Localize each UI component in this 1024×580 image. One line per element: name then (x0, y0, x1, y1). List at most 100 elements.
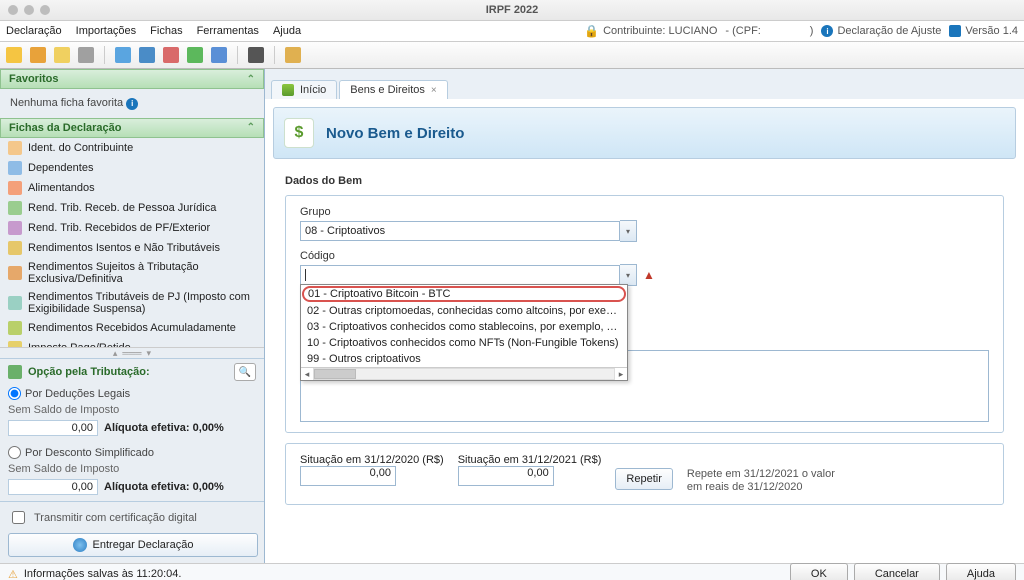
warning-icon: ⚠ (8, 568, 18, 580)
menu-fichas[interactable]: Fichas (150, 25, 182, 37)
entregar-button[interactable]: Entregar Declaração (8, 533, 258, 557)
codigo-dropdown: 01 - Criptoativo Bitcoin - BTC 02 - Outr… (300, 284, 628, 381)
collapse-icon[interactable]: ⌃ (247, 74, 255, 85)
sit2021-label: Situação em 31/12/2021 (R$) (458, 454, 602, 466)
situacao-row: Situação em 31/12/2020 (R$) 0,00 Situaçã… (285, 443, 1004, 505)
page-title: Novo Bem e Direito (326, 125, 464, 142)
opcao-tributacao: Opção pela Tributação:🔍 Por Deduções Leg… (0, 358, 264, 501)
cert-label: Transmitir com certificação digital (34, 512, 197, 524)
section-title: Dados do Bem (285, 175, 1016, 187)
ficha-rend-pj[interactable]: Rend. Trib. Receb. de Pessoa Jurídica (0, 198, 264, 218)
open-icon[interactable] (30, 47, 46, 63)
menu-ajuda[interactable]: Ajuda (273, 25, 301, 37)
lock-icon: 🔒 (584, 24, 599, 38)
copy-icon[interactable] (54, 47, 70, 63)
close-tab-icon[interactable]: × (431, 85, 437, 96)
warning-icon: ▲ (643, 268, 655, 282)
fichas-header[interactable]: Fichas da Declaração⌃ (0, 118, 264, 138)
cert-checkbox[interactable] (12, 511, 25, 524)
main: Início Bens e Direitos× $ Novo Bem e Dir… (265, 69, 1024, 563)
sidebar-scroll[interactable]: ▴ ═══ ▾ (0, 347, 264, 358)
sit2020-label: Situação em 31/12/2020 (R$) (300, 454, 444, 466)
fichas-list: Ident. do Contribuinte Dependentes Alime… (0, 138, 264, 348)
help-icon[interactable] (285, 47, 301, 63)
ficha-acumulado[interactable]: Rendimentos Recebidos Acumuladamente (0, 318, 264, 338)
calc-icon[interactable] (248, 47, 264, 63)
ficha-isentos[interactable]: Rendimentos Isentos e Não Tributáveis (0, 238, 264, 258)
contribuinte-badge: 🔒 Contribuinte: LUCIANO (584, 24, 717, 38)
codigo-combo[interactable] (300, 265, 620, 285)
trash-icon[interactable] (78, 47, 94, 63)
dollar-icon: $ (284, 118, 314, 148)
sidebar-bottom: Transmitir com certificação digital Entr… (0, 501, 264, 563)
grupo-combo[interactable]: 08 - Criptoativos (300, 221, 620, 241)
dropdown-scrollbar[interactable]: ◂▸ (301, 367, 627, 380)
import-icon[interactable] (139, 47, 155, 63)
ficha-exig-susp[interactable]: Rendimentos Tributáveis de PJ (Imposto c… (0, 288, 264, 318)
ficha-rend-pf[interactable]: Rend. Trib. Recebidos de PF/Exterior (0, 218, 264, 238)
calc-small-icon (8, 365, 22, 379)
info-icon: i (821, 25, 833, 37)
repetir-button[interactable]: Repetir (615, 468, 672, 490)
search-icon[interactable]: 🔍 (234, 363, 256, 381)
favoritos-header[interactable]: Favoritos⌃ (0, 69, 264, 89)
menu-ferramentas[interactable]: Ferramentas (197, 25, 259, 37)
saldo-deducoes-val: 0,00 (8, 420, 98, 436)
codigo-opt-01[interactable]: 01 - Criptoativo Bitcoin - BTC (302, 286, 626, 302)
contribuinte-label: Contribuinte: LUCIANO (603, 25, 717, 37)
repetir-hint: Repete em 31/12/2021 o valor em reais de… (687, 468, 835, 494)
max-dot[interactable] (40, 5, 50, 15)
cancelar-button[interactable]: Cancelar (854, 563, 940, 580)
menubar: Declaração Importações Fichas Ferramenta… (0, 21, 1024, 42)
saldo-simpl-val: 0,00 (8, 479, 98, 495)
window-controls[interactable] (8, 5, 50, 15)
app-icon (949, 25, 961, 37)
cpf-label: - (CPF: ) (725, 25, 813, 37)
menu-declaracao[interactable]: Declaração (6, 25, 62, 37)
titlebar: IRPF 2022 (0, 0, 1024, 21)
grupo-label: Grupo (300, 206, 989, 218)
ficha-ident[interactable]: Ident. do Contribuinte (0, 138, 264, 158)
tabs: Início Bens e Direitos× (265, 69, 1024, 99)
codigo-opt-99[interactable]: 99 - Outros criptoativos (301, 351, 627, 367)
codigo-opt-03[interactable]: 03 - Criptoativos conhecidos como stable… (301, 319, 627, 335)
save-icon[interactable] (115, 47, 131, 63)
min-dot[interactable] (24, 5, 34, 15)
collapse-icon[interactable]: ⌃ (247, 122, 255, 133)
saldo-deducoes-label: Sem Saldo de Imposto (8, 404, 119, 416)
check-icon[interactable] (187, 47, 203, 63)
codigo-combo-btn[interactable]: ▾ (620, 264, 637, 286)
radio-deducoes[interactable] (8, 387, 21, 400)
form-dados-bem: Grupo 08 - Criptoativos ▾ Código ▾ ▲ 01 … (285, 195, 1004, 433)
menu-importacoes[interactable]: Importações (76, 25, 137, 37)
radio-simplificado[interactable] (8, 446, 21, 459)
codigo-opt-10[interactable]: 10 - Criptoativos conhecidos como NFTs (… (301, 335, 627, 351)
tab-bens[interactable]: Bens e Direitos× (339, 80, 447, 99)
ajuda-button[interactable]: Ajuda (946, 563, 1016, 580)
aliq-simpl: Alíquota efetiva: 0,00% (104, 481, 224, 493)
sit2021-input[interactable]: 0,00 (458, 466, 554, 486)
close-dot[interactable] (8, 5, 18, 15)
ficha-alimentandos[interactable]: Alimentandos (0, 178, 264, 198)
home-icon (282, 84, 294, 96)
undo-icon[interactable] (163, 47, 179, 63)
codigo-label: Código (300, 250, 989, 262)
codigo-opt-02[interactable]: 02 - Outras criptomoedas, conhecidas com… (301, 303, 627, 319)
aliq-deducoes: Alíquota efetiva: 0,00% (104, 422, 224, 434)
sidebar: Favoritos⌃ Nenhuma ficha favorita i Fich… (0, 69, 265, 563)
ficha-imposto-pago[interactable]: Imposto Pago/Retido (0, 338, 264, 348)
ajuste-label: Declaração de Ajuste (837, 25, 941, 37)
opcao-label: Opção pela Tributação: (28, 366, 150, 378)
ficha-dependentes[interactable]: Dependentes (0, 158, 264, 178)
statusbar: ⚠ Informações salvas às 11:20:04. OK Can… (0, 563, 1024, 580)
versao-label: Versão 1.4 (965, 25, 1018, 37)
info-icon[interactable]: i (126, 98, 138, 110)
tab-inicio[interactable]: Início (271, 80, 337, 99)
favoritos-body: Nenhuma ficha favorita i (0, 89, 264, 118)
new-icon[interactable] (6, 47, 22, 63)
print-icon[interactable] (211, 47, 227, 63)
ficha-exclusiva[interactable]: Rendimentos Sujeitos à Tributação Exclus… (0, 258, 264, 288)
ok-button[interactable]: OK (790, 563, 848, 580)
grupo-combo-btn[interactable]: ▾ (620, 220, 637, 242)
sit2020-input[interactable]: 0,00 (300, 466, 396, 486)
